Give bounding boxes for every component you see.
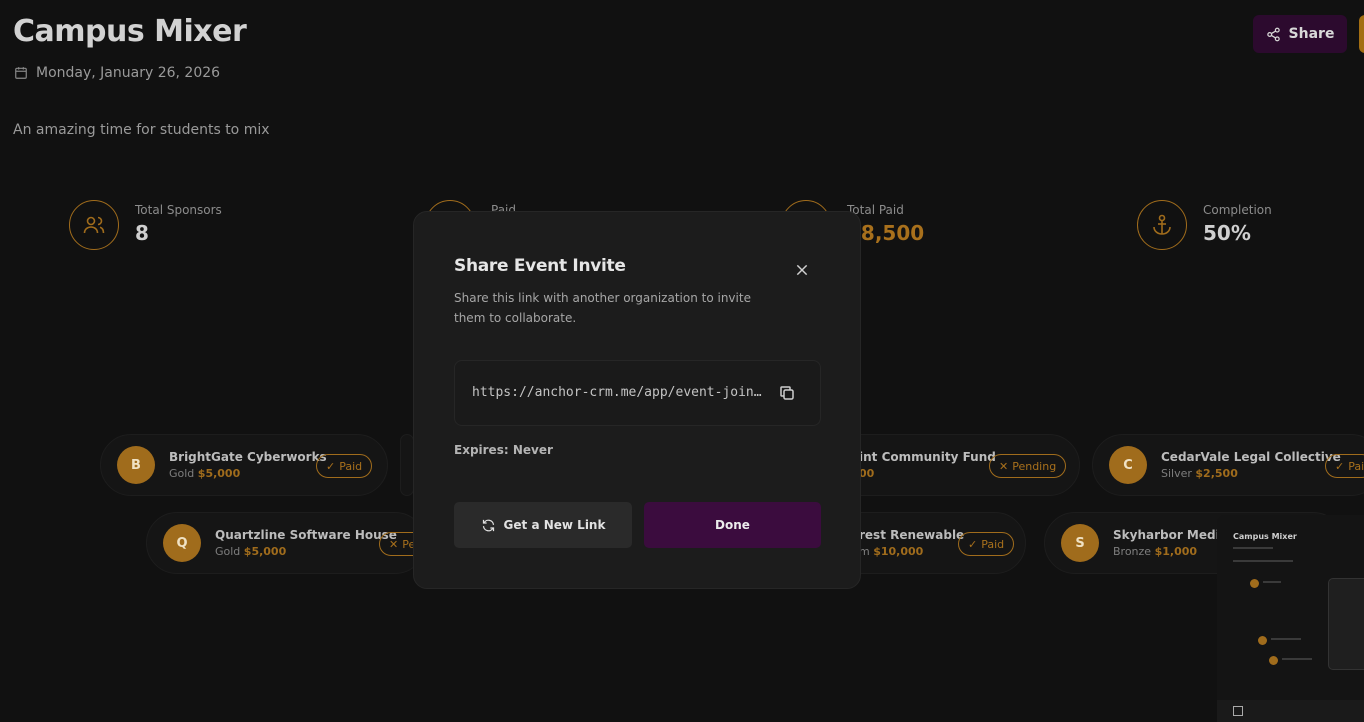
event-description: An amazing time for students to mix [13,122,270,138]
sponsor-name: int Community Fund [859,450,996,464]
sponsor-card[interactable]: B BrightGate Cyberworks Gold $5,000 ✓ Pai… [100,434,388,496]
users-icon [69,200,119,250]
stat-label: Completion [1203,203,1272,217]
sponsor-amount: $5,000 [197,467,241,480]
check-icon: ✓ [1335,459,1345,473]
sponsor-tier: Bronze [1113,545,1152,558]
sponsor-name: rest Renewable [859,528,965,542]
event-date: Monday, January 26, 2026 [14,65,220,81]
thumbnail-toolbar [1217,700,1364,722]
avatar: B [117,446,155,484]
modal-subtitle: Share this link with another organizatio… [454,291,751,325]
get-new-link-label: Get a New Link [503,518,606,532]
share-invite-modal: Share Event Invite Share this link with … [413,211,861,589]
status-text: Paid [981,537,1005,551]
sponsor-card[interactable] [400,434,414,496]
status-text: Pai [1348,459,1364,473]
check-icon: ✓ [326,459,336,473]
stat-label: Total Sponsors [135,203,222,217]
share-button-label: Share [1288,26,1335,42]
thumbnail-dot [1250,579,1259,588]
thumbnail-modal [1328,578,1364,670]
sponsor-amount: $2,500 [1195,467,1238,480]
x-icon: ✕ [999,459,1009,473]
share-icon [1266,27,1280,41]
sponsor-name: BrightGate Cyberworks [169,450,327,464]
stat-total-sponsors: Total Sponsors 8 [69,200,222,250]
stat-completion: Completion 50% [1137,200,1272,250]
sponsor-tier: Gold [215,545,241,558]
page-title: Campus Mixer [13,14,247,49]
get-new-link-button[interactable]: Get a New Link [454,502,632,548]
check-icon: ✓ [968,537,978,551]
status-text: Pending [1012,459,1057,473]
edit-button[interactable] [1359,15,1364,53]
invite-link-field[interactable]: https://anchor-crm.me/app/event-join… [454,360,821,426]
close-icon[interactable] [793,261,811,279]
refresh-icon [482,519,494,531]
expires-text: Expires: Never [454,443,553,457]
sponsor-tier: Gold [169,467,195,480]
thumbnail-line [1233,547,1273,549]
modal-title: Share Event Invite [454,256,626,276]
status-badge[interactable]: ✓ Pai [1325,454,1364,478]
grid-icon [1233,706,1243,716]
status-badge[interactable]: ✕ Pending [989,454,1067,478]
thumbnail-line [1271,638,1301,640]
calendar-icon [15,67,27,79]
invite-link-text: https://anchor-crm.me/app/event-join… [472,385,762,400]
sponsor-amount: $10,000 [873,545,924,558]
avatar: C [1109,446,1147,484]
avatar: Q [163,524,201,562]
sponsor-name: Quartzline Software House [215,528,397,542]
sponsor-amount: $5,000 [243,545,287,558]
copy-icon[interactable] [778,384,796,402]
event-date-text: Monday, January 26, 2026 [36,65,221,81]
x-icon: ✕ [389,537,399,551]
stat-label: Total Paid [847,203,904,217]
status-badge[interactable]: ✓ Paid [958,532,1015,556]
status-badge[interactable]: ✓ Paid [316,454,373,478]
stat-value: 8 [135,221,149,245]
thumbnail-title: Campus Mixer [1233,532,1297,541]
done-button[interactable]: Done [644,502,821,548]
sponsor-card[interactable]: C CedarVale Legal Collective Silver $2,5… [1092,434,1364,496]
share-button[interactable]: Share [1253,15,1347,53]
thumbnail-line [1263,581,1281,583]
anchor-icon [1137,200,1187,250]
sponsor-card[interactable]: Q Quartzline Software House Gold $5,000 … [146,512,426,574]
sponsor-amount: $1,000 [1154,545,1198,558]
screenshot-thumbnail[interactable]: Campus Mixer [1217,515,1364,722]
thumbnail-line [1282,658,1312,660]
thumbnail-dot [1269,656,1278,665]
thumbnail-dot [1258,636,1267,645]
sponsor-amount: 00 [859,467,875,480]
sponsor-name: CedarVale Legal Collective [1161,450,1341,464]
status-text: Paid [339,459,363,473]
thumbnail-line [1233,560,1293,562]
avatar: S [1061,524,1099,562]
sponsor-tier: Silver [1161,467,1192,480]
stat-value: 50% [1203,221,1251,245]
